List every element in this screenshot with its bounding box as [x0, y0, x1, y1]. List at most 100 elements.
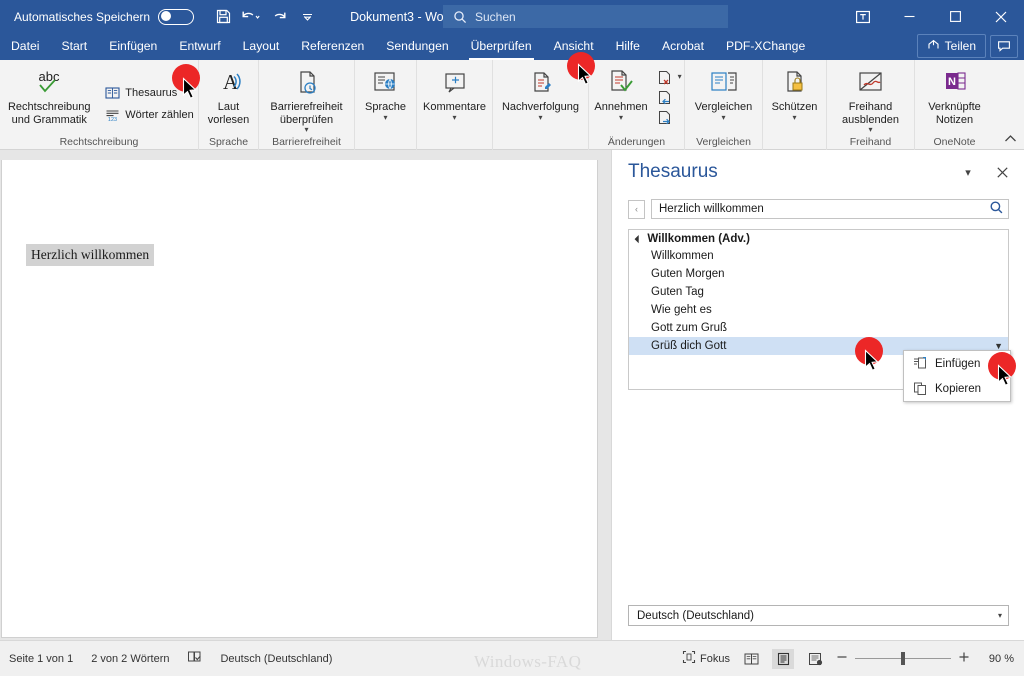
- chevron-up-icon[interactable]: [1004, 134, 1017, 146]
- share-button[interactable]: Teilen: [916, 34, 986, 58]
- comments-button[interactable]: Kommentare ▾: [417, 64, 492, 122]
- word-count-icon: 123: [104, 107, 120, 123]
- thesaurus-search-row: ‹ Herzlich willkommen: [628, 198, 1009, 220]
- tab-sendungen[interactable]: Sendungen: [375, 33, 459, 60]
- list-item[interactable]: Guten Morgen: [629, 265, 1008, 283]
- comment-icon[interactable]: [990, 34, 1018, 58]
- previous-change-button[interactable]: [654, 88, 685, 106]
- ribbon: abc Rechtschreibung und Grammatik Thesau…: [0, 60, 1024, 150]
- tab-entwurf[interactable]: Entwurf: [168, 33, 231, 60]
- word-count-indicator[interactable]: 2 von 2 Wörtern: [91, 653, 169, 665]
- word-count-button[interactable]: 123 Wörter zählen: [99, 104, 198, 126]
- tab-pdf-xchange[interactable]: PDF-XChange: [715, 33, 816, 60]
- read-aloud-label: Laut vorlesen: [207, 101, 250, 126]
- minimize-icon[interactable]: [886, 0, 932, 33]
- chevron-down-icon[interactable]: ▾: [678, 73, 682, 81]
- list-item[interactable]: Gott zum Gruß: [629, 319, 1008, 337]
- thesaurus-group-header[interactable]: ◣ Willkommen (Adv.): [629, 230, 1008, 247]
- save-icon[interactable]: [210, 4, 236, 30]
- chevron-down-icon[interactable]: ▾: [453, 113, 457, 122]
- search-input[interactable]: Suchen: [443, 5, 728, 28]
- zoom-slider[interactable]: [836, 651, 970, 666]
- abc-check-icon: abc: [29, 66, 69, 100]
- chevron-down-icon[interactable]: ▾: [868, 126, 872, 134]
- close-icon[interactable]: [991, 162, 1013, 182]
- quick-access-toolbar: [210, 4, 320, 30]
- focus-mode-label: Fokus: [700, 652, 730, 665]
- zoom-slider-track[interactable]: [855, 652, 951, 665]
- context-menu-item-kopieren[interactable]: Kopieren: [904, 376, 1010, 401]
- chevron-down-icon[interactable]: ▾: [538, 113, 542, 122]
- proofing-status-icon[interactable]: [187, 650, 202, 667]
- read-mode-icon[interactable]: [740, 649, 762, 669]
- language-button[interactable]: Sprache ▾: [359, 64, 412, 122]
- document-body-text[interactable]: Herzlich willkommen: [26, 244, 155, 266]
- chevron-left-icon[interactable]: ‹: [628, 199, 645, 219]
- tab-referenzen[interactable]: Referenzen: [290, 33, 375, 60]
- minus-icon[interactable]: [836, 651, 848, 666]
- web-layout-icon[interactable]: [804, 649, 826, 669]
- ribbon-group-protect: Schützen ▾: [762, 60, 826, 150]
- tab-einfuegen[interactable]: Einfügen: [98, 33, 168, 60]
- zoom-level-label[interactable]: 90 %: [980, 653, 1014, 665]
- check-accessibility-button[interactable]: Barrierefreiheit überprüfen ▾: [261, 64, 353, 134]
- close-icon[interactable]: [978, 0, 1024, 33]
- language-label: Sprache: [365, 101, 406, 113]
- thesaurus-language-select[interactable]: Deutsch (Deutschland) ▾: [628, 605, 1009, 626]
- list-item[interactable]: Wie geht es: [629, 301, 1008, 319]
- next-change-button[interactable]: [654, 108, 685, 126]
- tab-acrobat[interactable]: Acrobat: [651, 33, 715, 60]
- list-item[interactable]: Guten Tag: [629, 283, 1008, 301]
- accept-change-label: Annehmen: [594, 101, 648, 113]
- track-changes-icon: [526, 66, 556, 100]
- tab-layout[interactable]: Layout: [232, 33, 291, 60]
- triangle-expand-icon[interactable]: ◣: [634, 234, 643, 244]
- zoom-slider-thumb[interactable]: [901, 652, 905, 665]
- focus-mode-icon: [682, 650, 696, 667]
- maximize-icon[interactable]: [932, 0, 978, 33]
- chevron-down-icon[interactable]: ▾: [304, 126, 308, 134]
- document-page[interactable]: Herzlich willkommen: [1, 160, 598, 638]
- ribbon-group-onenote: N Verknüpfte Notizen OneNote: [914, 60, 994, 150]
- chevron-down-icon[interactable]: ▾: [721, 113, 725, 122]
- tab-start[interactable]: Start: [50, 33, 98, 60]
- reject-change-button[interactable]: ▾: [654, 68, 685, 86]
- mouse-cursor: [577, 63, 592, 85]
- search-icon: [453, 10, 467, 24]
- undo-icon[interactable]: [238, 4, 264, 30]
- tab-hilfe[interactable]: Hilfe: [605, 33, 651, 60]
- watermark-text: Windows-FAQ: [474, 652, 582, 671]
- linked-notes-button[interactable]: N Verknüpfte Notizen: [922, 64, 987, 126]
- hide-ink-button[interactable]: Freihand ausblenden ▾: [829, 64, 913, 134]
- search-icon[interactable]: [989, 200, 1004, 218]
- tab-ueberpruefen[interactable]: Überprüfen: [460, 33, 543, 60]
- accept-change-button[interactable]: Annehmen ▾: [588, 64, 653, 122]
- status-bar-right: Fokus 90 %: [682, 648, 1014, 669]
- tab-datei[interactable]: Datei: [0, 33, 50, 60]
- list-item[interactable]: Willkommen: [629, 247, 1008, 265]
- page-indicator[interactable]: Seite 1 von 1: [9, 653, 73, 665]
- print-layout-icon[interactable]: [772, 648, 794, 669]
- chevron-down-icon[interactable]: ▾: [792, 113, 796, 122]
- svg-text:abc: abc: [39, 69, 60, 84]
- language-indicator[interactable]: Deutsch (Deutschland): [220, 653, 332, 665]
- chevron-down-icon[interactable]: ▾: [619, 113, 623, 122]
- ribbon-display-options-icon[interactable]: [840, 0, 886, 33]
- protect-button[interactable]: Schützen ▾: [766, 64, 824, 122]
- chevron-down-icon[interactable]: ▾: [383, 113, 387, 122]
- group-title-rechtschreibung: Rechtschreibung: [59, 136, 139, 148]
- previous-change-icon: [657, 89, 673, 105]
- compare-button[interactable]: Vergleichen ▾: [689, 64, 759, 122]
- customize-quick-access-icon[interactable]: [294, 4, 320, 30]
- plus-icon[interactable]: [958, 651, 970, 666]
- thesaurus-search-input[interactable]: Herzlich willkommen: [651, 199, 1009, 219]
- read-aloud-button[interactable]: A Laut vorlesen: [202, 64, 256, 126]
- chevron-down-icon[interactable]: ▾: [998, 611, 1002, 620]
- autosave-toggle[interactable]: [158, 8, 195, 25]
- spelling-grammar-button[interactable]: abc Rechtschreibung und Grammatik: [0, 64, 99, 126]
- check-accessibility-label: Barrierefreiheit überprüfen: [270, 101, 343, 126]
- chevron-down-icon[interactable]: ▾: [957, 162, 979, 182]
- redo-icon[interactable]: [266, 4, 292, 30]
- mouse-cursor: [182, 77, 197, 99]
- focus-mode-button[interactable]: Fokus: [682, 650, 730, 667]
